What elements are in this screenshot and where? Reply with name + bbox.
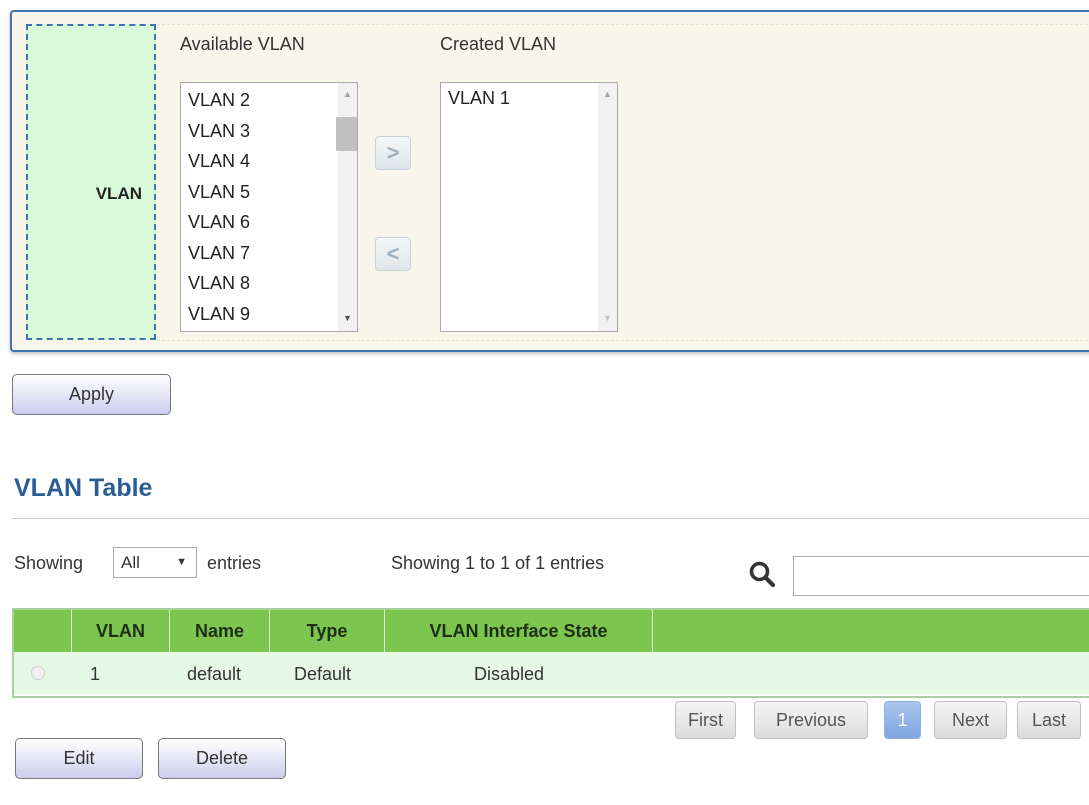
scroll-down-arrow-icon[interactable]: ▼ [598,309,617,327]
search-input[interactable] [793,556,1089,596]
scroll-up-arrow-icon[interactable]: ▲ [598,85,617,103]
dropdown-arrow-icon: ▼ [176,556,187,568]
panel-divider-top [157,24,1089,25]
list-item[interactable]: VLAN 2 [188,85,337,116]
created-vlan-items: VLAN 1 [441,83,597,111]
entries-select-value: All [121,553,140,572]
vlan-config-panel: VLAN Available VLAN Created VLAN VLAN 2 … [10,10,1089,352]
pagination-last-button[interactable]: Last [1017,701,1081,739]
delete-button[interactable]: Delete [158,738,286,779]
table-info-text: Showing 1 to 1 of 1 entries [391,553,605,573]
list-item[interactable]: VLAN 6 [188,207,337,238]
pagination-previous-button[interactable]: Previous [754,701,868,739]
pagination-first-button[interactable]: First [675,701,736,739]
vlan-table: VLAN Name Type VLAN Interface State 1 de… [12,608,1089,698]
search-icon [749,561,776,588]
scroll-thumb[interactable] [336,117,357,151]
pagination-page-1[interactable]: 1 [884,701,921,739]
cell-interface-state: Disabled [474,664,545,684]
vlan-table-title: VLAN Table [14,474,153,502]
created-vlan-caption: Created VLAN [440,34,557,54]
edit-button[interactable]: Edit [15,738,143,779]
vlan-field-label-cell: VLAN [26,24,156,340]
list-item[interactable]: VLAN 7 [188,238,337,269]
scroll-down-arrow-icon[interactable]: ▼ [338,309,357,327]
list-item[interactable]: VLAN 5 [188,177,337,208]
row-select-radio[interactable] [31,666,45,680]
cell-name: default [187,664,242,684]
column-header-name[interactable]: Name [170,610,270,652]
vlan-field-label: VLAN [95,184,142,203]
move-to-available-button[interactable]: < [375,237,411,271]
column-header-interface-state[interactable]: VLAN Interface State [385,610,653,652]
table-header-row: VLAN Name Type VLAN Interface State [14,610,1089,652]
available-list-scrollbar[interactable]: ▲ ▼ [336,83,357,331]
created-vlan-list[interactable]: VLAN 1 ▲ ▼ [440,82,618,332]
showing-label: Showing [14,553,84,573]
scroll-up-arrow-icon[interactable]: ▲ [338,85,357,103]
entries-per-page-select[interactable]: All ▼ [113,547,197,578]
list-item[interactable]: VLAN 3 [188,116,337,147]
apply-button[interactable]: Apply [12,374,171,415]
column-header-type[interactable]: Type [270,610,385,652]
available-vlan-list[interactable]: VLAN 2 VLAN 3 VLAN 4 VLAN 5 VLAN 6 VLAN … [180,82,358,332]
available-vlan-caption: Available VLAN [180,34,305,54]
select-column-header [14,610,72,652]
panel-divider-bottom [157,340,1089,341]
entries-label: entries [207,553,262,573]
chevron-left-icon: < [386,241,400,266]
table-row[interactable]: 1 default Default Disabled [14,652,1089,694]
list-item[interactable]: VLAN 8 [188,268,337,299]
cell-type: Default [294,664,352,684]
pagination-next-button[interactable]: Next [934,701,1007,739]
created-list-scrollbar[interactable]: ▲ ▼ [598,83,617,331]
list-item[interactable]: VLAN 4 [188,146,337,177]
move-to-created-button[interactable]: > [375,136,411,170]
column-header-vlan[interactable]: VLAN [72,610,170,652]
section-divider [12,518,1089,519]
list-item[interactable]: VLAN 1 [448,85,597,111]
cell-vlan: 1 [90,664,101,684]
list-item[interactable]: VLAN 9 [188,299,337,330]
available-vlan-items: VLAN 2 VLAN 3 VLAN 4 VLAN 5 VLAN 6 VLAN … [181,83,337,329]
chevron-right-icon: > [386,140,400,165]
